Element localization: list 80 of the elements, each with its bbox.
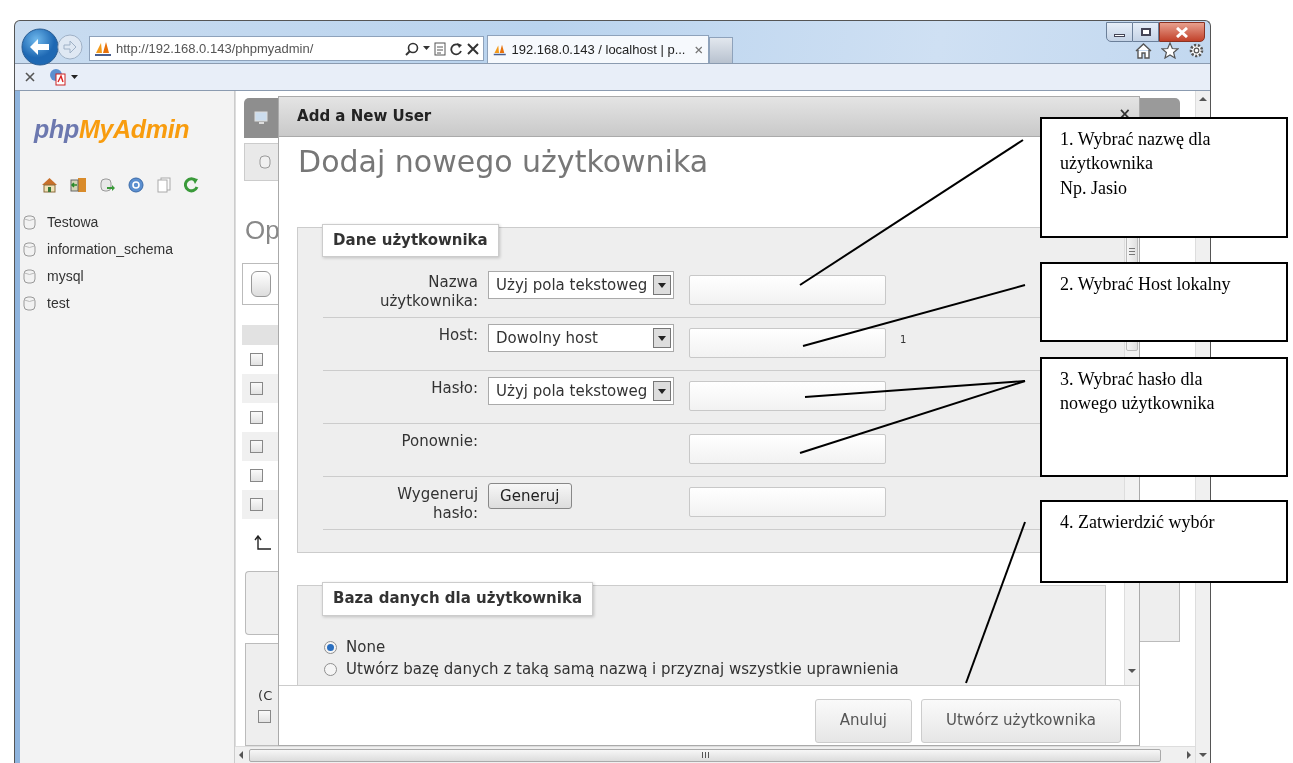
input-field[interactable] [689,381,887,411]
close-icon[interactable] [25,72,35,82]
text-fragment: (C [258,687,273,705]
caret-icon [658,388,667,394]
arrow-icon [254,535,273,553]
checkbox[interactable] [250,411,264,424]
caret-icon[interactable] [423,46,430,51]
callout-tooltip: 4. Zatwierdzić wybór [1040,500,1288,583]
checkbox[interactable] [258,709,272,723]
monitor-icon [253,111,270,125]
cancel-button[interactable]: Anuluj [814,698,912,743]
close-button[interactable] [1159,22,1205,42]
pdf-icon [49,68,67,86]
home-icon[interactable] [41,176,58,193]
url-text: http://192.168.0.143/phpmyadmin/ [116,39,314,58]
caret-icon [658,282,667,288]
home-icon[interactable] [1135,42,1152,59]
dropdown[interactable]: Użyj pola tekstoweg [488,377,675,405]
database-icon[interactable] [99,176,116,193]
database-icon [23,241,36,257]
footnote-mark: 1 [900,333,907,347]
dialog-title: Add a New User [297,106,432,128]
panel [245,571,279,635]
input-field[interactable] [689,434,887,464]
callout-tooltip: 3. Wybrać hasło dla nowego użytkownika [1040,357,1288,477]
database-link[interactable]: mysql [47,265,84,287]
field-label: Ponownie: [400,431,479,451]
address-bar[interactable]: http://192.168.0.143/phpmyadmin/ [89,36,484,61]
maximize-button[interactable] [1133,22,1159,42]
create-user-button[interactable]: Utwórz użytkownika [920,698,1122,743]
option-label: Utwórz bazę danych z taką samą nazwą i przyznaj wszystkie uprawnienia [346,659,899,681]
radio-button[interactable] [324,663,338,676]
database-link[interactable]: Testowa [47,211,99,233]
checkbox[interactable] [250,498,264,511]
option-label: None [346,637,386,659]
settings-icon[interactable] [1188,42,1205,59]
caret-icon [71,74,78,80]
database-link[interactable]: test [47,292,70,314]
help-icon[interactable] [128,176,144,193]
field-label: Host: [437,325,479,345]
input-field[interactable] [689,487,887,517]
new-tab-button[interactable] [709,37,733,63]
callout-tooltip: 2. Wybrać Host lokalny [1040,262,1288,342]
browser-tab[interactable]: 192.168.0.143 / localhost | p... [487,35,709,63]
close-icon [1175,26,1189,38]
callout-tooltip: 1. Wybrać nazwę dla użytkownika Np. Jasio [1040,117,1288,238]
fieldset-legend: Baza danych dla użytkownika [322,582,594,616]
pdf-menu-button[interactable] [49,68,78,86]
radio-button[interactable] [324,641,338,654]
generate-button[interactable]: Generuj [488,483,572,509]
database-icon [23,268,36,284]
dropdown[interactable]: Użyj pola tekstoweg [488,271,675,299]
input-field[interactable] [689,328,887,358]
database-link[interactable]: information_schema [47,238,174,260]
page-heading: Dodaj nowego użytkownika [298,143,709,181]
input-field[interactable] [689,275,887,305]
checkbox[interactable] [250,469,264,482]
logo[interactable]: phpMyAdmin [20,91,235,149]
door-icon[interactable] [70,176,87,193]
star-icon[interactable] [1161,42,1179,59]
caret-icon [658,335,667,341]
database-icon [259,155,272,169]
minimize-button[interactable] [1106,22,1133,42]
checkbox[interactable] [250,353,264,366]
reload-icon[interactable] [450,41,463,56]
database-icon [23,295,36,311]
database-icon [23,214,36,230]
back-button[interactable] [21,28,59,66]
dropdown[interactable]: Dowolny host [488,324,675,352]
field-label: Nazwa użytkownika: [378,272,479,311]
field-label: Wygeneruj hasło: [396,484,479,523]
checkbox[interactable] [250,382,264,395]
close-icon[interactable] [467,42,479,55]
search-icon[interactable] [405,41,419,56]
heading-fragment: Op [245,217,279,243]
fieldset-legend: Dane użytkownika [322,223,499,257]
toggle-handle[interactable] [251,271,272,297]
horizontal-scrollbar[interactable] [235,746,1196,763]
field-label: Hasło: [430,378,479,398]
checkbox[interactable] [250,440,264,453]
